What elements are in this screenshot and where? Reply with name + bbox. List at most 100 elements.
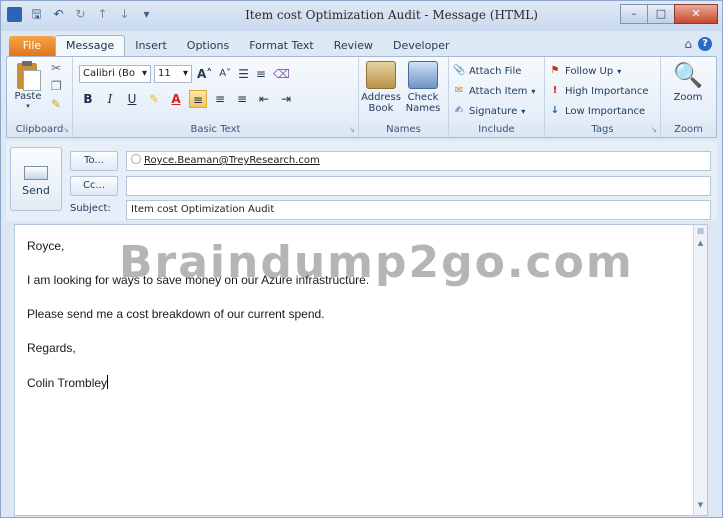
align-center-button[interactable]: ≡: [211, 90, 229, 108]
font-name-combo[interactable]: Calibri (Body) ▾: [79, 65, 151, 83]
to-button[interactable]: To...: [70, 151, 118, 171]
scroll-down-icon[interactable]: ▼: [694, 501, 707, 513]
send-icon: [24, 166, 48, 180]
high-importance-button[interactable]: ! High Importance: [549, 81, 649, 101]
tab-insert[interactable]: Insert: [125, 36, 177, 56]
vertical-scrollbar[interactable]: ▤ ▲ ▼: [693, 225, 707, 515]
underline-button[interactable]: U: [123, 90, 141, 108]
tab-file[interactable]: File: [9, 36, 55, 56]
help-area: ⌂ ?: [684, 37, 712, 51]
signature-label: Signature: [469, 105, 518, 117]
minimize-ribbon-icon[interactable]: ⌂: [684, 37, 692, 51]
format-painter-icon[interactable]: ✎: [51, 97, 62, 111]
message-header: Send To... Royce.Beaman@TreyResearch.com…: [6, 141, 717, 221]
presence-icon: [131, 154, 141, 164]
low-importance-label: Low Importance: [565, 105, 646, 117]
send-button[interactable]: Send: [10, 147, 62, 211]
check-names-icon: [408, 61, 438, 89]
chevron-down-icon: ▾: [182, 68, 188, 79]
address-book-label: Address Book: [361, 92, 401, 114]
follow-up-label: Follow Up: [565, 65, 614, 77]
window-controls: – □ ✕: [620, 4, 718, 24]
address-book-button[interactable]: Address Book: [361, 61, 401, 114]
increase-indent-icon[interactable]: ⇥: [277, 90, 295, 108]
high-importance-label: High Importance: [565, 85, 649, 97]
help-icon[interactable]: ?: [698, 37, 712, 51]
tab-format-text[interactable]: Format Text: [239, 36, 324, 56]
tab-message[interactable]: Message: [55, 35, 126, 56]
scroll-up-icon[interactable]: ▲: [694, 239, 707, 251]
to-field[interactable]: Royce.Beaman@TreyResearch.com: [126, 151, 711, 171]
clipboard-group: Paste ▾ ✂ ❐ ✎ Clipboard ↘: [7, 57, 73, 137]
low-importance-button[interactable]: ↓ Low Importance: [549, 101, 648, 121]
copy-icon[interactable]: ❐: [51, 79, 62, 93]
signature-button[interactable]: ✍ Signature ▾: [453, 101, 535, 121]
include-group-label: Include: [478, 124, 515, 135]
window-title: Item cost Optimization Audit - Message (…: [245, 8, 538, 22]
maximize-button[interactable]: □: [647, 4, 675, 24]
attach-file-button[interactable]: 📎 Attach File: [453, 61, 535, 81]
chevron-down-icon: ▾: [531, 86, 536, 96]
check-names-label: Check Names: [405, 92, 441, 114]
bold-button[interactable]: B: [79, 90, 97, 108]
text-caret: [107, 375, 109, 389]
subject-field[interactable]: Item cost Optimization Audit: [126, 200, 711, 220]
cut-icon[interactable]: ✂: [51, 61, 62, 75]
names-group-label: Names: [386, 124, 421, 135]
tab-review[interactable]: Review: [324, 36, 383, 56]
paste-button[interactable]: Paste ▾: [11, 61, 45, 110]
ruler-toggle-icon[interactable]: ▤: [694, 227, 707, 239]
chevron-down-icon: ▾: [141, 68, 147, 79]
font-name-value: Calibri (Body): [83, 68, 135, 79]
tags-group-label: Tags: [591, 124, 614, 135]
body-line-regards: Regards,: [27, 341, 76, 355]
cc-button[interactable]: Cc...: [70, 176, 118, 196]
subject-label: Subject:: [70, 203, 111, 214]
down-arrow-icon: ↓: [550, 105, 560, 116]
to-recipient[interactable]: Royce.Beaman@TreyResearch.com: [144, 155, 320, 166]
tags-list: ⚑ Follow Up ▾ ! High Importance ↓ Low Im…: [549, 61, 649, 121]
include-list: 📎 Attach File ✉ Attach Item ▾ ✍ Signatur…: [453, 61, 535, 121]
tab-developer[interactable]: Developer: [383, 36, 460, 56]
include-group: 📎 Attach File ✉ Attach Item ▾ ✍ Signatur…: [449, 57, 545, 137]
align-left-button[interactable]: ≡: [189, 90, 207, 108]
italic-button[interactable]: I: [101, 90, 119, 108]
font-row: Calibri (Body) ▾ 11 ▾ A˄ A˅ ☰ ≡ ⌫: [79, 65, 292, 83]
clear-formatting-icon[interactable]: ⌫: [271, 65, 292, 83]
ribbon-tabs: File Message Insert Options Format Text …: [9, 34, 460, 56]
paste-label: Paste: [14, 91, 42, 102]
grow-font-icon[interactable]: A˄: [195, 65, 214, 83]
body-line-signature: Colin Trombley: [27, 376, 108, 390]
flag-icon: ⚑: [550, 65, 560, 76]
tags-launcher-icon[interactable]: ↘: [650, 125, 657, 134]
outlook-message-window: 🖫 ↶ ↻ ↑ ↓ ▾ Item cost Optimization Audit…: [0, 0, 723, 518]
basic-text-launcher-icon[interactable]: ↘: [348, 125, 355, 134]
align-right-button[interactable]: ≡: [233, 90, 251, 108]
paperclip-icon: 📎: [453, 65, 466, 76]
check-names-button[interactable]: Check Names: [403, 61, 443, 114]
basic-text-group: Calibri (Body) ▾ 11 ▾ A˄ A˅ ☰ ≡ ⌫ B I U …: [73, 57, 359, 137]
attach-item-label: Attach Item: [469, 85, 528, 97]
decrease-indent-icon[interactable]: ⇤: [255, 90, 273, 108]
cc-field[interactable]: [126, 176, 711, 196]
exclamation-icon: !: [552, 85, 558, 96]
close-button[interactable]: ✕: [674, 4, 718, 24]
message-body[interactable]: Royce, I am looking for ways to save mon…: [14, 224, 708, 516]
numbering-icon[interactable]: ≡: [254, 65, 268, 83]
highlight-icon[interactable]: ✎: [145, 90, 163, 108]
attach-item-icon: ✉: [454, 85, 464, 96]
body-text[interactable]: Royce, I am looking for ways to save mon…: [27, 239, 369, 409]
clipboard-launcher-icon[interactable]: ↘: [62, 125, 69, 134]
format-row: B I U ✎ A ≡ ≡ ≡ ⇤ ⇥: [79, 90, 295, 108]
bullets-icon[interactable]: ☰: [236, 65, 251, 83]
tab-options[interactable]: Options: [177, 36, 239, 56]
attach-item-button[interactable]: ✉ Attach Item ▾: [453, 81, 536, 101]
body-line-breakdown: Please send me a cost breakdown of our c…: [27, 307, 325, 321]
font-color-icon[interactable]: A: [167, 90, 185, 108]
paste-icon: [15, 61, 41, 91]
zoom-button[interactable]: 🔍 Zoom: [668, 61, 708, 103]
minimize-button[interactable]: –: [620, 4, 648, 24]
shrink-font-icon[interactable]: A˅: [217, 65, 233, 83]
font-size-combo[interactable]: 11 ▾: [154, 65, 192, 83]
follow-up-button[interactable]: ⚑ Follow Up ▾: [549, 61, 648, 81]
